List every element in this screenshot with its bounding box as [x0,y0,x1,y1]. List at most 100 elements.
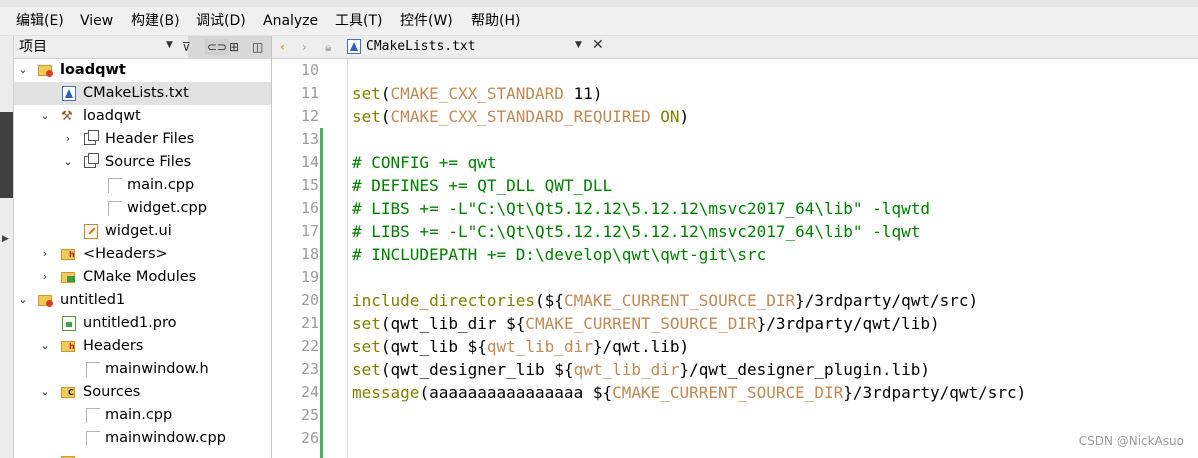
line-number: 25 [300,406,319,424]
tree-item-header-files[interactable]: › Header Files [14,128,271,151]
tree-item-sources[interactable]: ⌄ Sources [14,381,271,404]
tree-item-label: mainwindow.cpp [105,430,226,446]
menu-build[interactable]: 构建(B) [131,10,180,32]
cmake-file-icon [347,39,361,54]
chevron-down-icon[interactable]: ⌄ [18,292,28,308]
tree-item-label: CMake Modules [83,269,197,285]
code-line[interactable]: message(aaaaaaaaaaaaaaaa ${CMAKE_CURRENT… [352,381,1026,404]
tree-item-main-cpp-2[interactable]: main.cpp [14,404,271,427]
tree-item-cmakelists[interactable]: CMakeLists.txt [14,82,271,105]
back-arrow-icon[interactable]: ‹ [280,39,285,55]
line-number: 24 [300,383,319,401]
close-panel-icon[interactable]: ◫ [252,39,263,55]
split-icon[interactable]: ⊞ [229,39,239,55]
chevron-right-icon[interactable]: › [40,269,50,285]
close-icon[interactable]: ✕ [592,37,604,53]
code-line[interactable]: # DEFINES += QT_DLL QWT_DLL [352,174,612,197]
line-number: 11 [300,84,319,102]
tree-item-headers-virtual[interactable]: › <Headers> [14,243,271,266]
chevron-down-icon[interactable]: ⌄ [40,384,50,400]
tree-item-label: untitled1 [60,292,126,308]
tree-item-widget-cpp[interactable]: widget.cpp [14,197,271,220]
chevron-right-icon[interactable]: › [63,131,73,147]
code-line[interactable]: # LIBS += -L"C:\Qt\Qt5.12.12\5.12.12\msv… [352,197,930,220]
code-editor[interactable]: 10 11 12 13 14 15 16 17 18 19 20 21 22 23 24 25 26 set(C… [272,59,1198,458]
code-token: qwt_lib_dir [486,337,593,356]
tree-item-label: main.cpp [105,407,173,423]
chevron-down-icon[interactable]: ▼ [575,40,582,50]
line-number: 14 [300,153,319,171]
forward-arrow-icon[interactable]: › [302,39,307,55]
headers-folder-icon [61,249,75,260]
tree-item-headers[interactable]: ⌄ Headers [14,335,271,358]
tree-item-partial[interactable]: › [14,450,271,458]
line-number: 18 [300,245,319,263]
code-token: # LIBS += -L"C:\Qt\Qt5.12.12\5.12.12\msv… [352,199,930,218]
code-token: include_directories [352,291,536,310]
ui-file-icon [84,224,98,239]
code-token: (qwt_lib [380,337,468,356]
mode-selector-active[interactable] [0,112,13,198]
code-line[interactable]: set(qwt_designer_lib ${qwt_lib_dir}/qwt_… [352,358,930,381]
title-bar-strip [0,0,1198,7]
menu-tools[interactable]: 工具(T) [335,10,382,32]
menu-help[interactable]: 帮助(H) [471,10,520,32]
menu-view[interactable]: View [80,10,113,32]
code-line[interactable]: set(qwt_lib ${qwt_lib_dir}/qwt.lib) [352,335,689,358]
code-token: set [352,337,381,356]
watermark: CSDN @NickAsuo [1078,434,1184,448]
chevron-down-icon[interactable]: ⌄ [40,108,50,124]
tree-item-widget-ui[interactable]: widget.ui [14,220,271,243]
cmake-project-folder-icon [38,65,53,77]
chevron-down-icon[interactable]: ⌄ [40,338,50,354]
cmake-file-icon [62,86,76,101]
tree-item-mainwindow-h[interactable]: mainwindow.h [14,358,271,381]
pro-file-icon [62,316,76,331]
tree-item-label: Headers [83,338,144,354]
code-line[interactable]: set(CMAKE_CXX_STANDARD 11) [352,82,602,105]
code-token: CMAKE_CURRENT_SOURCE_DIR [612,383,844,402]
chevron-right-icon[interactable]: › [40,453,50,458]
project-tree: ⌄ loadqwt CMakeLists.txt ⌄ ⚒ loadqwt › H… [14,59,271,458]
tree-item-loadqwt-target[interactable]: ⌄ ⚒ loadqwt [14,105,271,128]
collapse-arrow-icon[interactable]: ▶ [2,234,9,244]
code-line[interactable]: set(CMAKE_CXX_STANDARD_REQUIRED ON) [352,105,689,128]
code-line[interactable]: # CONFIG += qwt [352,151,497,174]
line-number: 26 [300,429,319,447]
tree-item-mainwindow-cpp[interactable]: mainwindow.cpp [14,427,271,450]
code-token: CMAKE_CXX_STANDARD [390,84,564,103]
menu-edit[interactable]: 编辑(E) [16,10,64,32]
link-icon[interactable]: ⊂⊃ [205,39,230,55]
code-line[interactable]: # LIBS += -L"C:\Qt\Qt5.12.12\5.12.12\msv… [352,220,920,243]
lock-icon[interactable]: 🔒︎ [325,39,331,55]
chevron-down-icon[interactable]: ⌄ [63,154,73,170]
code-token: (qwt_designer_lib [380,360,555,379]
menu-debug[interactable]: 调试(D) [196,10,246,32]
tree-item-cmake-modules[interactable]: › CMake Modules [14,266,271,289]
code-line[interactable]: include_directories(${CMAKE_CURRENT_SOUR… [352,289,978,312]
tree-item-untitled1-pro[interactable]: untitled1.pro [14,312,271,335]
code-token: (qwt_lib_dir [380,314,507,333]
menu-controls[interactable]: 控件(W) [400,10,453,32]
virtual-folder-icon [84,153,99,168]
line-number: 20 [300,291,319,309]
code-token: ) [679,107,690,126]
menu-analyze[interactable]: Analyze [263,10,318,32]
code-line[interactable]: set(qwt_lib_dir ${CMAKE_CURRENT_SOURCE_D… [352,312,940,335]
tree-item-untitled1-project[interactable]: ⌄ untitled1 [14,289,271,312]
hammer-icon: ⚒ [61,109,73,124]
code-line[interactable]: # INCLUDEPATH += D:\develop\qwt\qwt-git\… [352,243,766,266]
tree-item-label: untitled1.pro [83,315,177,331]
tree-item-source-files[interactable]: ⌄ Source Files [14,151,271,174]
chevron-down-icon[interactable]: ▼ [166,40,173,50]
editor-file-selector[interactable]: CMakeLists.txt [366,38,476,56]
tree-item-loadqwt-project[interactable]: ⌄ loadqwt [14,59,271,82]
filter-icon[interactable]: ⊽ [182,39,191,55]
code-token: ( [380,84,391,103]
chevron-down-icon[interactable]: ⌄ [18,62,28,78]
chevron-right-icon[interactable]: › [40,246,50,262]
tree-item-main-cpp[interactable]: main.cpp [14,174,271,197]
code-token: }/3rdparty/qwt/lib) [756,314,940,333]
project-view-selector[interactable]: 项目 [19,37,47,57]
